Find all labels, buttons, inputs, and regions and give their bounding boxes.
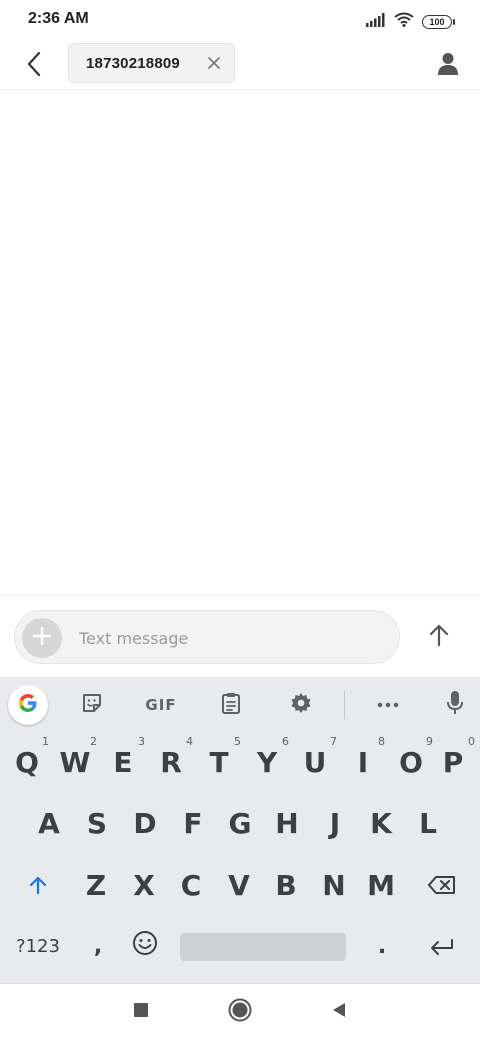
close-icon[interactable] [206, 55, 222, 71]
enter-key[interactable] [418, 915, 466, 977]
text-message-input[interactable] [79, 621, 379, 655]
circle-home-icon [228, 998, 252, 1027]
more-horizontal-icon [376, 696, 400, 714]
recipient-chip[interactable]: 18730218809 [68, 43, 235, 83]
key-row-3: Z X C V B N M [0, 854, 480, 916]
enter-icon [429, 930, 455, 963]
key-j[interactable]: J [311, 792, 359, 854]
keyboard-settings-button[interactable] [281, 685, 321, 725]
compose-field [14, 610, 400, 664]
gif-button[interactable]: GIF [138, 685, 184, 725]
key-a[interactable]: A [25, 792, 73, 854]
contact-button[interactable] [430, 48, 466, 84]
emoji-icon [132, 930, 158, 963]
back-button[interactable] [18, 50, 50, 82]
key-d[interactable]: D [121, 792, 169, 854]
key-row-4: ?123 , . [0, 915, 480, 977]
key-f[interactable]: F [169, 792, 217, 854]
key-k[interactable]: K [357, 792, 405, 854]
system-back-button[interactable] [325, 998, 353, 1026]
key-x[interactable]: X [120, 854, 168, 916]
key-u[interactable]: U7 [291, 731, 339, 793]
key-p[interactable]: P0 [429, 731, 477, 793]
battery-icon: 100 [422, 15, 455, 29]
key-r[interactable]: R4 [147, 731, 195, 793]
keyboard: GIF Q 1 W 2 E 3 R 4 T 5 Y 6 U 7 I 8 O 9 … [0, 677, 480, 983]
key-s[interactable]: S [73, 792, 121, 854]
gif-label: GIF [145, 696, 177, 714]
google-search-button[interactable] [8, 685, 48, 725]
shift-key[interactable] [14, 854, 62, 916]
signal-icon [366, 12, 386, 32]
key-e[interactable]: E3 [99, 731, 147, 793]
key-w[interactable]: W2 [51, 731, 99, 793]
status-bar: 2:36 AM 100 [0, 0, 480, 40]
key-q[interactable]: Q1 [3, 731, 51, 793]
navigation-bar [0, 983, 480, 1040]
send-button[interactable] [422, 620, 456, 654]
status-icons: 100 [366, 12, 455, 32]
person-icon [437, 52, 459, 81]
chevron-left-icon [26, 51, 42, 82]
plus-icon [32, 626, 52, 651]
google-g-icon [16, 691, 40, 720]
recents-button[interactable] [127, 998, 155, 1026]
key-v[interactable]: V [215, 854, 263, 916]
gear-icon [289, 691, 313, 720]
key-y[interactable]: Y6 [243, 731, 291, 793]
triangle-back-icon [330, 1001, 348, 1024]
key-l[interactable]: L [404, 792, 452, 854]
symbols-key[interactable]: ?123 [12, 915, 64, 977]
status-time: 2:36 AM [28, 10, 89, 27]
clipboard-icon [220, 691, 242, 720]
square-recents-icon [133, 1002, 149, 1023]
backspace-icon [427, 869, 457, 902]
key-h[interactable]: H [263, 792, 311, 854]
key-g[interactable]: G [216, 792, 264, 854]
key-m[interactable]: M [357, 854, 405, 916]
key-i[interactable]: I8 [339, 731, 387, 793]
key-n[interactable]: N [310, 854, 358, 916]
shift-arrow-icon [28, 869, 48, 902]
key-row-1: Q1 W2 E3 R4 T5 Y6 U7 I8 O9 P0 [0, 731, 480, 793]
key-b[interactable]: B [262, 854, 310, 916]
conversation-header: 18730218809 [0, 40, 480, 90]
space-key[interactable] [180, 933, 346, 961]
sticker-icon [80, 691, 104, 720]
home-button[interactable] [226, 998, 254, 1026]
key-o[interactable]: O9 [387, 731, 435, 793]
clipboard-button[interactable] [211, 685, 251, 725]
add-attachment-button[interactable] [22, 618, 62, 658]
recipient-number: 18730218809 [86, 54, 180, 72]
key-row-2: A S D F G H J K L [0, 792, 480, 854]
period-key[interactable]: . [358, 915, 406, 977]
toolbar-divider [344, 691, 345, 719]
keyboard-toolbar: GIF [0, 677, 480, 732]
compose-bar [0, 595, 480, 677]
backspace-key[interactable] [418, 854, 466, 916]
key-t[interactable]: T5 [195, 731, 243, 793]
key-z[interactable]: Z [72, 854, 120, 916]
emoji-key[interactable] [121, 915, 169, 977]
arrow-up-icon [428, 623, 450, 652]
message-list [0, 91, 480, 595]
key-c[interactable]: C [167, 854, 215, 916]
wifi-icon [394, 12, 414, 32]
microphone-icon [446, 690, 464, 721]
more-options-button[interactable] [368, 685, 408, 725]
comma-key[interactable]: , [74, 915, 122, 977]
voice-input-button[interactable] [435, 685, 475, 725]
sticker-button[interactable] [72, 685, 112, 725]
